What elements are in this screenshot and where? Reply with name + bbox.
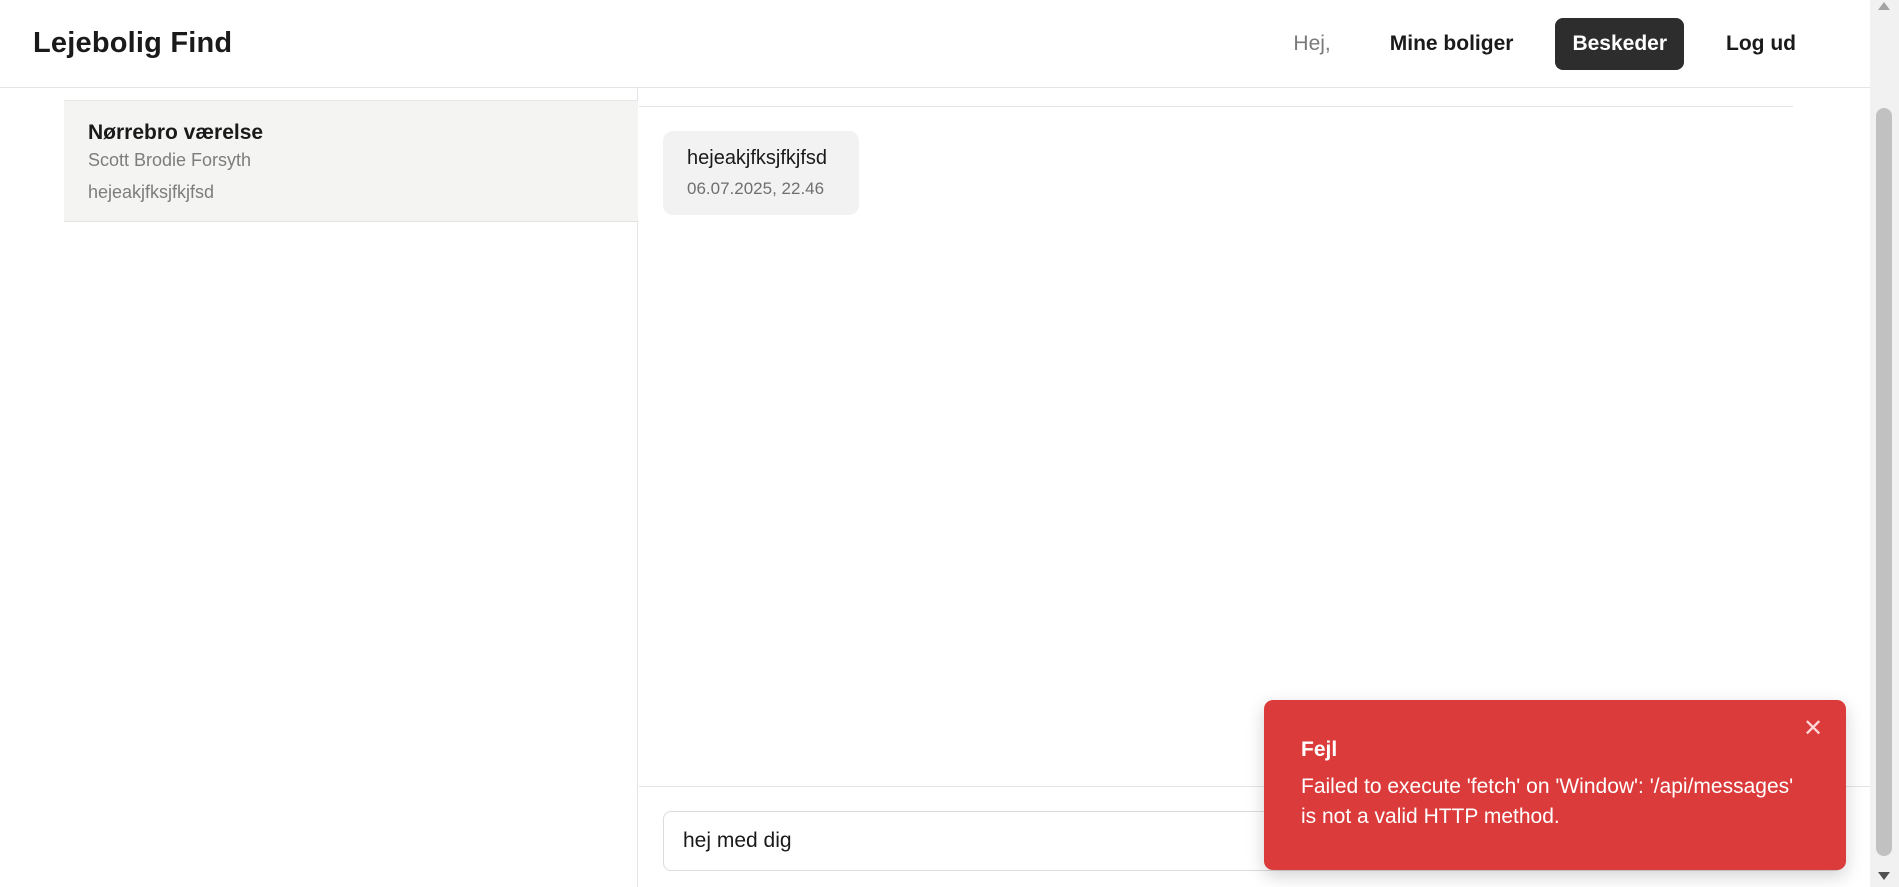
conversation-item[interactable]: Nørrebro værelse Scott Brodie Forsyth he…: [64, 100, 638, 222]
page-scrollbar[interactable]: [1870, 0, 1899, 887]
greeting-text: Hej,: [1293, 31, 1331, 55]
scroll-up-arrow-icon[interactable]: [1878, 2, 1890, 10]
close-icon[interactable]: ✕: [1802, 717, 1824, 741]
conversation-preview: hejeakjfksjfkjfsd: [88, 182, 215, 202]
main-nav: Hej, Mine boliger Beskeder Log ud: [1293, 17, 1813, 70]
nav-logout[interactable]: Log ud: [1709, 18, 1813, 70]
scrollbar-thumb[interactable]: [1876, 108, 1892, 856]
brand-logo[interactable]: Lejebolig Find: [33, 27, 232, 60]
top-header: Lejebolig Find Hej, Mine boliger Beskede…: [0, 0, 1870, 88]
conversation-list: Nørrebro værelse Scott Brodie Forsyth he…: [64, 88, 638, 887]
nav-my-homes[interactable]: Mine boliger: [1373, 18, 1531, 70]
scroll-down-arrow-icon[interactable]: [1878, 872, 1890, 880]
toast-title: Fejl: [1301, 738, 1338, 761]
conversation-contact-name: Scott Brodie Forsyth: [88, 150, 252, 170]
nav-messages[interactable]: Beskeder: [1555, 17, 1685, 70]
error-toast: ✕ Fejl Failed to execute 'fetch' on 'Win…: [1264, 700, 1846, 870]
message-timestamp: 06.07.2025, 22.46: [687, 179, 825, 198]
conversation-title: Nørrebro værelse: [88, 121, 264, 144]
message-bubble: hejeakjfksjfkjfsd 06.07.2025, 22.46: [663, 131, 859, 215]
chat-header-divider: [639, 106, 1793, 107]
toast-message: Failed to execute 'fetch' on 'Window': '…: [1301, 775, 1794, 828]
message-text: hejeakjfksjfkjfsd: [687, 147, 828, 169]
